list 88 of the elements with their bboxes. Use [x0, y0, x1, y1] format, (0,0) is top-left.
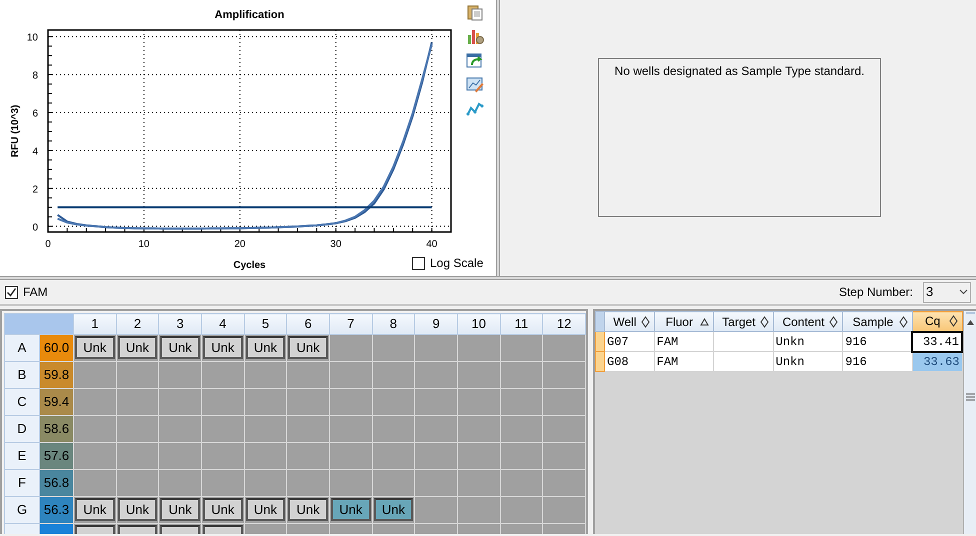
- well[interactable]: Unk: [75, 498, 115, 521]
- column-header[interactable]: 5: [244, 314, 287, 334]
- column-header[interactable]: Fluor: [654, 312, 714, 332]
- well[interactable]: Unk: [246, 336, 286, 359]
- axis-tick-label: 0: [32, 222, 38, 234]
- column-header[interactable]: 8: [372, 314, 415, 334]
- table-cell: [714, 352, 774, 372]
- well[interactable]: Unk: [246, 498, 286, 521]
- axis-tick-label: 2: [32, 184, 38, 196]
- axis-tick-label: 10: [26, 32, 38, 44]
- axis-title: Cycles: [233, 260, 266, 271]
- scroll-thumb-grip-icon[interactable]: [966, 393, 974, 401]
- temperature-cell: 56.8: [40, 469, 74, 496]
- table-cell: [714, 332, 774, 352]
- row-header[interactable]: C: [4, 388, 40, 415]
- well[interactable]: Unk: [288, 498, 328, 521]
- well[interactable]: Unk: [374, 498, 414, 521]
- table-cell: 33.41: [912, 332, 962, 352]
- empty-message: No wells designated as Sample Type standard.: [614, 64, 864, 78]
- temperature-cell: 59.4: [40, 388, 74, 415]
- column-header[interactable]: 12: [542, 314, 586, 334]
- checkbox[interactable]: [5, 286, 18, 298]
- row-header[interactable]: F: [4, 469, 40, 496]
- row-header[interactable]: G: [4, 496, 40, 523]
- table-cell: FAM: [654, 332, 714, 352]
- axis-tick-label: 6: [32, 108, 38, 120]
- temperature-cell: 59.8: [40, 361, 74, 388]
- well[interactable]: Unk: [118, 336, 158, 359]
- row-selector[interactable]: [596, 352, 604, 372]
- column-header[interactable]: 7: [329, 314, 372, 334]
- axis-tick-label: 10: [138, 239, 150, 250]
- table-cell: 916: [842, 352, 912, 372]
- table-cell: Unkn: [773, 352, 843, 372]
- column-header[interactable]: Well: [604, 312, 654, 332]
- well[interactable]: Unk: [330, 498, 371, 521]
- temperature-cell: 58.6: [40, 415, 74, 442]
- table-cell: G07: [604, 332, 654, 352]
- column-header[interactable]: Cq: [912, 312, 962, 332]
- well[interactable]: Unk: [75, 336, 115, 359]
- well[interactable]: Unk: [288, 336, 328, 359]
- axis-tick-label: 20: [234, 239, 246, 250]
- checkbox-label: FAM: [23, 284, 48, 301]
- temperature-cell: 57.6: [40, 442, 74, 469]
- step-number-dropdown[interactable]: 3: [923, 282, 971, 302]
- table-cell: 916: [842, 332, 912, 352]
- well[interactable]: Unk: [118, 498, 158, 521]
- column-header[interactable]: 1: [74, 314, 116, 334]
- well[interactable]: Unk: [202, 336, 243, 359]
- well[interactable]: Unk: [160, 336, 200, 359]
- chart-title: Amplification: [214, 9, 284, 21]
- well[interactable]: Unk: [202, 498, 243, 521]
- axis-tick-label: 8: [32, 70, 38, 82]
- column-header[interactable]: Content: [773, 312, 843, 332]
- clipboard-icon[interactable]: [466, 3, 484, 21]
- axis-tick-label: 4: [32, 146, 38, 158]
- axis-title: RFU (10^3): [10, 104, 21, 158]
- checkbox[interactable]: [412, 256, 425, 270]
- step-number-label: Step Number:: [838, 284, 913, 301]
- column-header[interactable]: 9: [414, 314, 458, 334]
- select-all-corner[interactable]: [4, 314, 74, 334]
- column-header[interactable]: 11: [500, 314, 543, 334]
- column-header[interactable]: 10: [457, 314, 500, 334]
- column-header[interactable]: 4: [201, 314, 244, 334]
- temperature-cell: 60.0: [40, 334, 74, 361]
- export-icon[interactable]: [466, 51, 484, 69]
- table-cell: FAM: [654, 352, 714, 372]
- axis-tick-label: 40: [426, 239, 438, 250]
- column-header[interactable]: 6: [286, 314, 330, 334]
- table-cell: Unkn: [773, 332, 843, 352]
- column-header[interactable]: Target: [714, 312, 774, 332]
- row-selector[interactable]: [596, 332, 604, 352]
- column-header[interactable]: 3: [158, 314, 202, 334]
- dropdown-caret-icon: [959, 289, 968, 295]
- row-header[interactable]: D: [4, 415, 40, 442]
- temperature-cell: 56.3: [40, 496, 74, 523]
- chart-edit-icon[interactable]: [466, 75, 484, 93]
- well[interactable]: Unk: [160, 498, 200, 521]
- row-header[interactable]: B: [4, 361, 40, 388]
- axis-tick-label: 0: [45, 239, 51, 250]
- column-header[interactable]: Sample: [842, 312, 912, 332]
- chart-settings-icon[interactable]: [466, 27, 484, 45]
- column-header[interactable]: 2: [116, 314, 159, 334]
- scrollbar[interactable]: [963, 311, 976, 534]
- row-header[interactable]: E: [4, 442, 40, 469]
- row-header[interactable]: A: [4, 334, 40, 361]
- checkbox-label: Log Scale: [430, 255, 484, 272]
- table-cell: G08: [604, 352, 654, 372]
- axis-tick-label: 30: [330, 239, 342, 250]
